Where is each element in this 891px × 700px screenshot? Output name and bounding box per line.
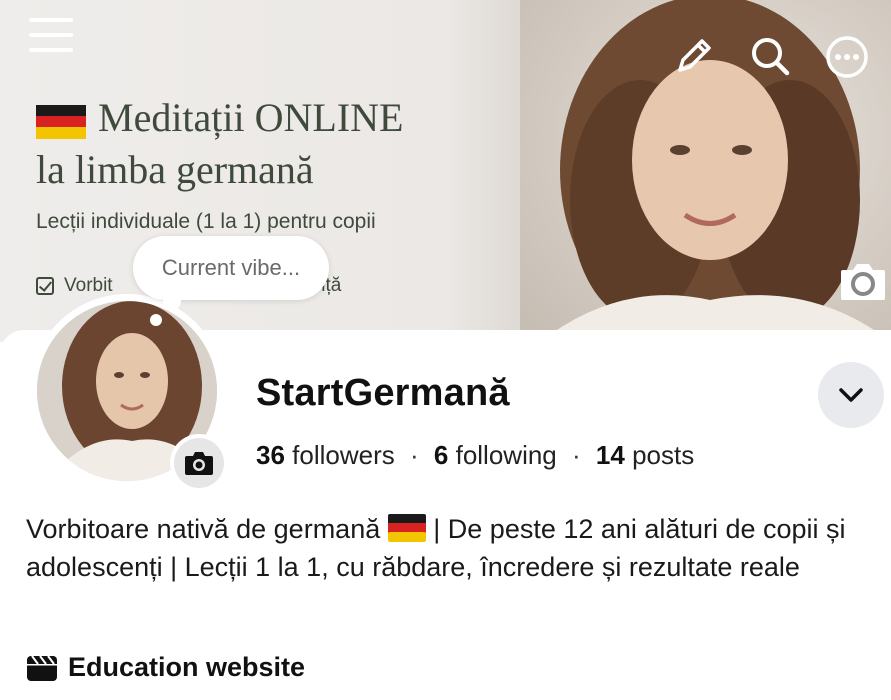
note-bubble-tail-small xyxy=(150,314,162,326)
camera-icon xyxy=(185,452,213,475)
posts-count: 14 xyxy=(595,440,625,470)
avatar-camera-button[interactable] xyxy=(170,434,228,492)
profile-stats: 36 followers · 6 following · 14 posts xyxy=(256,440,694,471)
cover-title: Meditații ONLINE la limba germană xyxy=(36,92,404,196)
more-options-icon[interactable] xyxy=(824,34,870,80)
search-icon[interactable] xyxy=(748,34,792,78)
category-row[interactable]: Education website xyxy=(26,652,305,683)
bio-part1: Vorbitoare nativă de germană xyxy=(26,514,381,544)
pencil-icon[interactable] xyxy=(672,34,716,78)
following-count: 6 xyxy=(433,440,449,470)
chevron-down-icon xyxy=(839,388,863,402)
clapperboard-icon xyxy=(27,654,57,681)
posts-link[interactable]: 14 posts xyxy=(596,440,694,470)
cover-camera-icon[interactable] xyxy=(838,258,888,304)
category-label: Education website xyxy=(68,652,306,682)
cover-title-line1: Meditații ONLINE xyxy=(98,95,404,140)
followers-link[interactable]: 36 followers xyxy=(256,440,395,470)
cover-subtitle: Lecții individuale (1 la 1) pentru copii xyxy=(36,210,376,233)
note-text: Current vibe... xyxy=(161,255,301,280)
cover-photo[interactable]: Meditații ONLINE la limba germană Lecții… xyxy=(0,0,891,342)
note-bubble-tail xyxy=(163,292,181,310)
menu-icon[interactable] xyxy=(28,14,74,56)
separator: · xyxy=(572,440,581,470)
posts-label: posts xyxy=(632,440,695,470)
separator: · xyxy=(409,440,419,470)
profile-bio: Vorbitoare nativă de germană | De peste … xyxy=(26,510,876,586)
germany-flag-icon xyxy=(387,514,426,542)
following-link[interactable]: 6 following xyxy=(434,440,557,470)
profile-dropdown-button[interactable] xyxy=(818,362,884,428)
following-label: following xyxy=(455,440,557,470)
followers-count: 36 xyxy=(256,440,285,470)
checkbox-icon xyxy=(36,277,54,295)
profile-name: StartGermană xyxy=(256,372,510,414)
followers-label: followers xyxy=(292,440,395,470)
germany-flag-icon xyxy=(36,104,86,139)
cover-title-line2: la limba germană xyxy=(36,147,314,192)
cover-check-left: Vorbit xyxy=(64,275,113,296)
note-bubble[interactable]: Current vibe... xyxy=(133,236,329,300)
